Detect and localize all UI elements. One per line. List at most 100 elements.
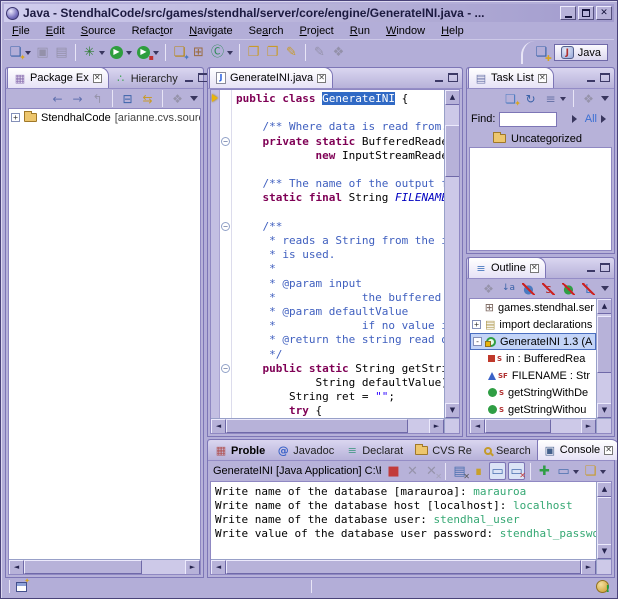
outline-item[interactable]: SgetStringWithDe [470,384,596,401]
expander-icon[interactable]: - [473,337,482,346]
tab-outline[interactable]: ≡Outline✕ [468,257,546,278]
find-scope-right-arrow-icon[interactable] [601,115,610,123]
run-icon-dropdown[interactable] [126,51,132,58]
show-stdout-icon[interactable]: ▭ [489,462,506,480]
show-stderr-icon[interactable]: ▭✕ [508,462,525,480]
new-java-class-icon-dropdown[interactable] [227,51,233,58]
outline-item[interactable]: -GenerateINI 1.3 (A [470,333,596,350]
hide-local-icon[interactable]: L [580,281,597,297]
tab-close-icon[interactable]: ✕ [538,74,547,83]
fold-collapse-icon[interactable]: − [221,137,230,146]
tab-search[interactable]: Search [478,441,537,460]
tab-package-ex[interactable]: ▦Package Ex✕ [7,67,109,88]
back-icon[interactable]: ← [49,91,66,107]
minimize-button[interactable] [560,6,576,20]
code-area[interactable]: public class GenerateINI { /** Where dat… [232,90,444,418]
menu-source[interactable]: Source [73,24,124,38]
scrollbar-thumb[interactable] [597,316,611,373]
tab-generateini-java[interactable]: JGenerateINI.java✕ [209,67,333,88]
display-console-icon-dropdown[interactable] [573,470,579,477]
scroll-right-icon[interactable]: ► [581,560,596,575]
outline-vscrollbar[interactable]: ▲▼ [596,299,611,418]
tab-close-icon[interactable]: ✕ [93,74,102,83]
panel-minimize-icon[interactable] [184,73,194,82]
new-wizard-icon[interactable]: ❏✦ [7,43,24,61]
tree-row[interactable]: +StendhalCode [arianne.cvs.source [9,109,200,126]
link-editor-icon[interactable]: ⇆ [139,91,156,107]
open-console-icon-dropdown[interactable] [600,470,606,477]
clear-console-icon[interactable]: ▤✕ [451,462,468,480]
new-java-package-icon[interactable]: ⊞ [190,43,207,61]
menu-help[interactable]: Help [433,24,472,38]
panel-minimize-icon[interactable] [586,263,596,272]
expander-icon[interactable]: + [472,320,481,329]
menu-edit[interactable]: Edit [38,24,73,38]
menu-navigate[interactable]: Navigate [181,24,240,38]
tab-close-icon[interactable]: ✕ [317,74,326,83]
sort-icon[interactable]: ↓a [500,281,517,297]
collapse-all-icon[interactable]: ⊟ [119,91,136,107]
scroll-left-icon[interactable]: ◄ [211,560,226,575]
menu-run[interactable]: Run [342,24,378,38]
panel-maximize-icon[interactable] [600,263,610,272]
open-console-icon[interactable]: ❏ [582,462,599,480]
console-output[interactable]: Write name of the database [marauroa]: m… [211,482,596,559]
fold-collapse-icon[interactable]: − [221,222,230,231]
run-icon[interactable]: ▶ [108,43,125,61]
view-menu-icon[interactable] [188,90,200,107]
task-tree-icon[interactable]: ≡ [542,91,559,107]
panel-maximize-icon[interactable] [600,73,610,82]
menu-window[interactable]: Window [378,24,433,38]
menu-refactor[interactable]: Refactor [124,24,182,38]
tab-close-icon[interactable]: ✕ [604,446,613,455]
package-explorer-hscrollbar[interactable]: ◄► [9,559,200,574]
open-perspective-icon[interactable]: ❏ ✚ [533,44,550,62]
new-java-project-icon[interactable]: ❏✦ [171,43,188,61]
editor-hscrollbar[interactable]: ◄► [211,418,444,433]
scroll-up-icon[interactable]: ▲ [597,482,611,497]
scroll-right-icon[interactable]: ► [185,560,200,575]
scroll-up-icon[interactable]: ▲ [597,299,611,314]
debug-icon-dropdown[interactable] [99,51,105,58]
debug-icon[interactable]: ✳ [81,43,98,61]
tab-task-list[interactable]: ▤Task List✕ [468,67,554,88]
open-resource-icon[interactable]: ❐ [264,43,281,61]
task-category-row[interactable]: Uncategorized [467,130,614,147]
menu-search[interactable]: Search [241,24,292,38]
console-hscrollbar[interactable]: ◄► [211,559,596,574]
menu-project[interactable]: Project [292,24,342,38]
task-tree-icon-dropdown[interactable] [560,97,566,104]
fast-view-icon[interactable] [16,582,27,592]
panel-maximize-icon[interactable] [448,73,458,82]
scroll-left-icon[interactable]: ◄ [211,419,226,434]
new-task-icon[interactable]: ❏✦ [502,91,519,107]
find-scope-left-arrow-icon[interactable] [572,115,581,123]
scrollbar-thumb[interactable] [445,125,459,177]
panel-minimize-icon[interactable] [586,73,596,82]
editor-vscrollbar[interactable]: ▲▼ [444,90,459,418]
tab-hierarchy[interactable]: ∴Hierarchy [109,69,184,88]
annotation-ruler[interactable] [211,90,220,418]
folding-ruler[interactable]: −−− [220,90,232,418]
new-java-class-icon[interactable]: Ⓒ [209,43,226,61]
view-menu-icon[interactable] [599,90,611,107]
tab-console[interactable]: ▣Console✕ [537,439,618,460]
scroll-down-icon[interactable]: ▼ [597,544,611,559]
outline-item[interactable]: SgetStringWithou [470,401,596,418]
forward-icon[interactable]: → [69,91,86,107]
find-all-link[interactable]: All [585,113,597,125]
outline-item[interactable]: SFFILENAME : Str [470,367,596,384]
tab-javadoc[interactable]: @Javadoc [271,441,340,460]
synchronize-icon[interactable]: ↻ [522,91,539,107]
scroll-left-icon[interactable]: ◄ [470,419,485,434]
tab-declarat[interactable]: ≡Declarat [340,441,409,460]
hide-fields-icon[interactable]: ● [520,281,537,297]
view-menu-icon[interactable] [599,280,611,297]
console-vscrollbar[interactable]: ▲▼ [596,482,611,559]
scroll-left-icon[interactable]: ◄ [9,560,24,575]
perspective-java-button[interactable]: J Java [554,44,608,61]
scroll-down-icon[interactable]: ▼ [445,403,459,418]
scrollbar-thumb[interactable] [597,497,611,545]
terminate-icon[interactable]: ■ [385,462,402,480]
scroll-down-icon[interactable]: ▼ [597,403,611,418]
